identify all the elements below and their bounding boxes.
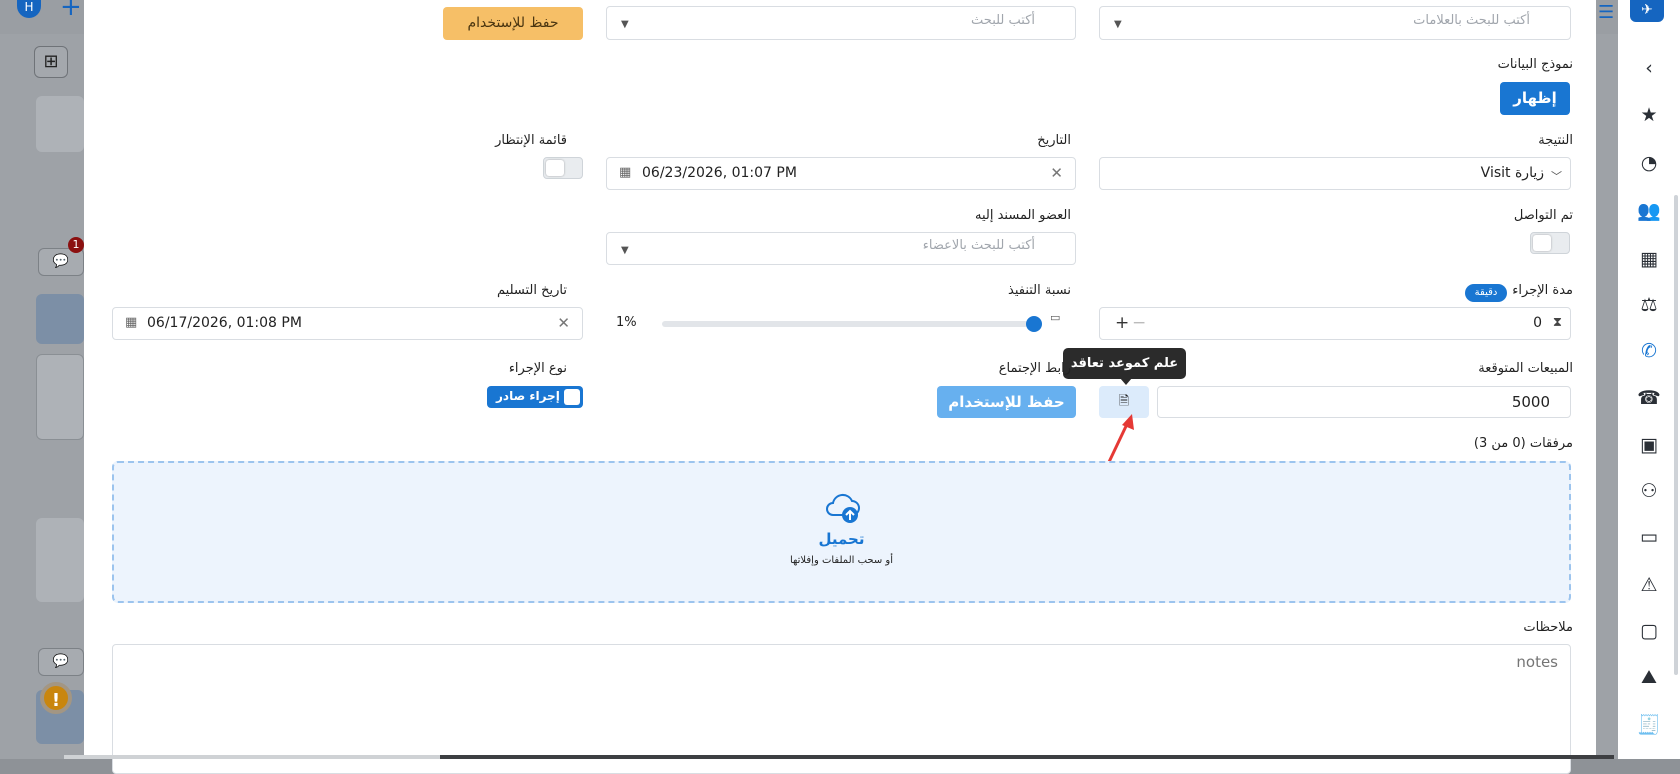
background-right-panel bbox=[1596, 34, 1618, 759]
warning-icon[interactable]: ⚠ bbox=[1618, 570, 1680, 600]
chevron-down-icon: ▼ bbox=[621, 245, 629, 256]
duration-stepper[interactable]: ⧗ 0 + − bbox=[1099, 307, 1571, 340]
action-type-toggle[interactable]: إجراء صادر bbox=[487, 386, 583, 408]
attachments-label: مرفقات (0 من 3) bbox=[1473, 436, 1573, 451]
background-card bbox=[36, 96, 84, 152]
star-icon[interactable]: ★ bbox=[1618, 100, 1680, 130]
delivery-date-label: تاريخ التسليم bbox=[497, 283, 567, 298]
users-icon[interactable]: 👥 bbox=[1618, 196, 1680, 226]
background-card bbox=[36, 354, 84, 440]
team-icon[interactable]: ⚇ bbox=[1618, 476, 1680, 506]
date-picker[interactable]: ▦ 06/23/2026, 01:07 PM ✕ bbox=[606, 157, 1076, 190]
tooltip-arrow bbox=[1120, 378, 1132, 385]
completion-label: نسبة التنفيذ bbox=[1008, 283, 1071, 298]
background-card bbox=[36, 294, 84, 344]
upload-title: تحميل bbox=[818, 530, 865, 548]
duration-value: 0 bbox=[1533, 315, 1542, 331]
tags-select[interactable]: أكتب للبحث بالعلامات ▼ bbox=[1099, 6, 1571, 40]
assignee-select[interactable]: أكتب للبحث بالاعضاء ▼ bbox=[606, 232, 1076, 265]
add-icon[interactable]: + bbox=[60, 0, 82, 20]
increment-icon[interactable]: + bbox=[1115, 313, 1129, 333]
action-type-label: نوع الإجراء bbox=[508, 361, 567, 376]
hourglass-icon: ⧗ bbox=[1552, 315, 1562, 330]
search-select[interactable]: أكتب للبحث ▼ bbox=[606, 6, 1076, 40]
toggle-knob bbox=[564, 389, 580, 405]
action-form-modal: أكتب للبحث بالعلامات ▼ أكتب للبحث ▼ حفظ … bbox=[84, 0, 1596, 774]
horizontal-scrollbar-thumb[interactable] bbox=[64, 755, 440, 759]
warning-fab-icon[interactable]: ! bbox=[40, 682, 72, 714]
date-value: 06/23/2026, 01:07 PM bbox=[642, 165, 797, 181]
app-logo[interactable]: ✈ bbox=[1630, 0, 1664, 22]
expected-sales-input[interactable]: 5000 bbox=[1157, 386, 1571, 418]
annotation-arrow bbox=[1107, 414, 1134, 463]
calendar-icon: ▦ bbox=[619, 165, 632, 180]
show-button[interactable]: إظهار bbox=[1500, 82, 1570, 115]
expected-sales-value: 5000 bbox=[1511, 393, 1550, 411]
meeting-link-save-button[interactable]: حفظ للإستخدام bbox=[937, 386, 1076, 418]
toggle-knob bbox=[1533, 235, 1551, 251]
chevron-down-icon: ▼ bbox=[621, 19, 629, 30]
result-value: Visit زيارة bbox=[1480, 165, 1544, 181]
video-meeting-icon[interactable]: ▢ bbox=[1618, 616, 1680, 646]
telephone-icon[interactable]: ☎ bbox=[1618, 383, 1680, 413]
chat-chip-icon[interactable]: 💬 bbox=[38, 648, 84, 676]
dashboard-gauge-icon[interactable]: ◔ bbox=[1618, 148, 1680, 178]
toggle-knob bbox=[546, 160, 564, 176]
action-type-value: إجراء صادر bbox=[496, 389, 560, 403]
duration-unit-badge: دقيقة bbox=[1465, 284, 1507, 302]
background-card bbox=[36, 518, 84, 602]
result-select[interactable]: ﹀ Visit زيارة bbox=[1099, 157, 1571, 190]
contacted-label: تم التواصل bbox=[1513, 208, 1573, 223]
chevron-down-icon: ▼ bbox=[1114, 19, 1122, 30]
document-lock-icon: 🗎 bbox=[1118, 394, 1130, 409]
completion-slider-track[interactable] bbox=[662, 321, 1028, 327]
completion-slider-knob[interactable] bbox=[1026, 316, 1042, 332]
notification-badge: 1 bbox=[68, 237, 84, 253]
upload-subtitle: أو سحب الملفات وإفلاتها bbox=[789, 555, 894, 566]
duration-label: مدة الإجراء bbox=[1512, 283, 1573, 298]
waiting-list-label: قائمة الإنتظار bbox=[495, 133, 567, 148]
tags-select-placeholder: أكتب للبحث بالعلامات bbox=[1413, 13, 1530, 28]
chevron-down-icon: ﹀ bbox=[1551, 170, 1562, 183]
data-model-label: نموذج البيانات bbox=[1497, 57, 1573, 72]
grid-view-icon[interactable]: ⊞ bbox=[34, 46, 68, 78]
right-nav-rail: ‹ ★ ◔ 👥 ▦ ⚖ ✆ ☎ ▣ ⚇ ▭ ⚠ ▢ ⛰ 🧾 bbox=[1618, 0, 1680, 759]
upload-dropzone[interactable]: تحميل أو سحب الملفات وإفلاتها bbox=[112, 461, 1571, 603]
cloud-upload-icon bbox=[826, 493, 860, 523]
delivery-date-picker[interactable]: ▦ 06/17/2026, 01:08 PM ✕ bbox=[112, 307, 583, 340]
completion-value: 1% bbox=[616, 315, 637, 330]
mountain-icon[interactable]: ⛰ bbox=[1618, 662, 1680, 692]
search-select-placeholder: أكتب للبحث bbox=[971, 13, 1035, 28]
expected-sales-label: المبيعات المتوقعة bbox=[1478, 361, 1573, 376]
rail-scrollbar[interactable] bbox=[1674, 195, 1678, 675]
battery-icon: ▭ bbox=[1050, 311, 1061, 324]
chevron-left-icon[interactable]: ‹ bbox=[1618, 53, 1680, 83]
notes-label: ملاحظات bbox=[1523, 620, 1573, 635]
waiting-list-toggle[interactable] bbox=[543, 157, 583, 179]
save-for-use-button-top[interactable]: حفظ للإستخدام bbox=[443, 7, 583, 40]
meeting-link-label: رابط الإجتماع bbox=[998, 361, 1071, 376]
assignee-label: العضو المسند إليه bbox=[975, 208, 1071, 223]
assignee-placeholder: أكتب للبحث بالاعضاء bbox=[922, 238, 1035, 253]
menu-icon[interactable]: ☰ bbox=[1598, 2, 1614, 23]
money-icon[interactable]: ▭ bbox=[1618, 522, 1680, 552]
building-icon[interactable]: ▦ bbox=[1618, 244, 1680, 274]
tickets-icon[interactable]: ▣ bbox=[1618, 430, 1680, 460]
result-label: النتيجة bbox=[1538, 133, 1573, 148]
clear-icon[interactable]: ✕ bbox=[557, 314, 570, 332]
invoice-icon[interactable]: 🧾 bbox=[1618, 710, 1680, 740]
clear-icon[interactable]: ✕ bbox=[1050, 164, 1063, 182]
customer-service-icon[interactable]: ⚖ bbox=[1618, 290, 1680, 320]
delivery-date-value: 06/17/2026, 01:08 PM bbox=[147, 315, 302, 331]
decrement-icon[interactable]: − bbox=[1132, 313, 1146, 333]
contacted-toggle[interactable] bbox=[1530, 232, 1570, 254]
tooltip: علم كموعد تعاقد bbox=[1063, 348, 1186, 379]
calendar-icon: ▦ bbox=[125, 315, 138, 330]
date-label: التاريخ bbox=[1037, 133, 1071, 148]
phone-calls-icon[interactable]: ✆ bbox=[1618, 336, 1680, 366]
